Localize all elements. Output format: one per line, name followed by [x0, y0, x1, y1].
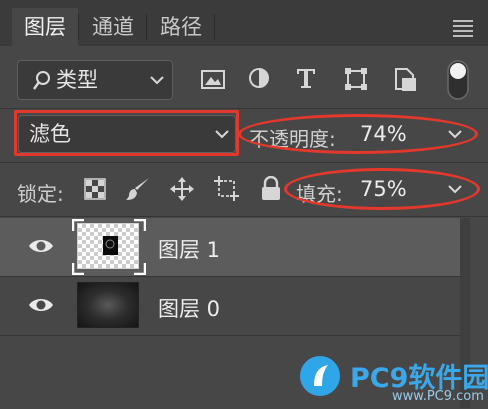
eye-icon[interactable]	[28, 237, 54, 255]
layer-thumbnail	[77, 282, 139, 328]
lock-position-icon[interactable]	[170, 177, 194, 201]
opacity-label: 不透明度:	[249, 127, 336, 151]
fill-label: 填充:	[296, 182, 343, 206]
divider	[0, 335, 460, 336]
filter-kind-dropdown[interactable]: 类型	[17, 60, 173, 100]
tab-channels[interactable]: 通道	[80, 8, 146, 46]
opacity-chevron-icon[interactable]	[448, 130, 462, 139]
search-icon	[33, 71, 50, 90]
fill-chevron-icon[interactable]	[448, 185, 462, 194]
smart-object-filter-icon[interactable]	[393, 65, 417, 93]
layer-name[interactable]: 图层 0	[158, 293, 220, 323]
divider	[0, 108, 488, 109]
blend-mode-dropdown[interactable]: 滤色	[18, 115, 236, 153]
tab-paths[interactable]: 路径	[148, 8, 214, 46]
panel-menu-icon[interactable]	[453, 20, 473, 40]
selection-corner-brackets	[72, 219, 146, 275]
tab-divider	[214, 14, 215, 40]
chevron-down-icon	[150, 76, 164, 85]
layer-row-0[interactable]: 图层 0	[0, 277, 460, 335]
tab-divider	[78, 14, 79, 40]
layer-name[interactable]: 图层 1	[158, 234, 220, 264]
opacity-value[interactable]: 74%	[360, 122, 407, 146]
divider	[0, 162, 488, 163]
adjustment-layer-filter-icon[interactable]	[247, 66, 271, 90]
eye-icon[interactable]	[28, 296, 54, 314]
filter-kind-label: 类型	[56, 68, 98, 92]
fill-value[interactable]: 75%	[360, 177, 407, 201]
lock-all-icon[interactable]	[260, 176, 282, 202]
panel-tab-bar: 图层 通道 路径	[0, 0, 488, 46]
chevron-down-icon	[215, 130, 229, 139]
layer-row-1[interactable]: 图层 1	[0, 218, 460, 276]
tab-divider	[146, 14, 147, 40]
lock-label: 锁定:	[17, 182, 64, 206]
type-layer-filter-icon[interactable]	[295, 66, 317, 90]
lock-image-pixels-icon[interactable]	[125, 176, 151, 202]
watermark-logo-icon	[300, 356, 340, 396]
watermark-url: www.PC9.com	[392, 389, 484, 404]
shape-layer-filter-icon[interactable]	[343, 66, 369, 92]
lock-transparent-pixels-icon[interactable]	[84, 178, 106, 200]
blend-mode-value: 滤色	[29, 122, 71, 146]
filter-toggle-switch[interactable]	[447, 60, 469, 100]
divider	[0, 216, 488, 217]
image-layer-filter-icon[interactable]	[200, 66, 226, 92]
prevent-auto-nesting-icon[interactable]	[214, 176, 240, 202]
tab-layers[interactable]: 图层	[12, 8, 78, 46]
